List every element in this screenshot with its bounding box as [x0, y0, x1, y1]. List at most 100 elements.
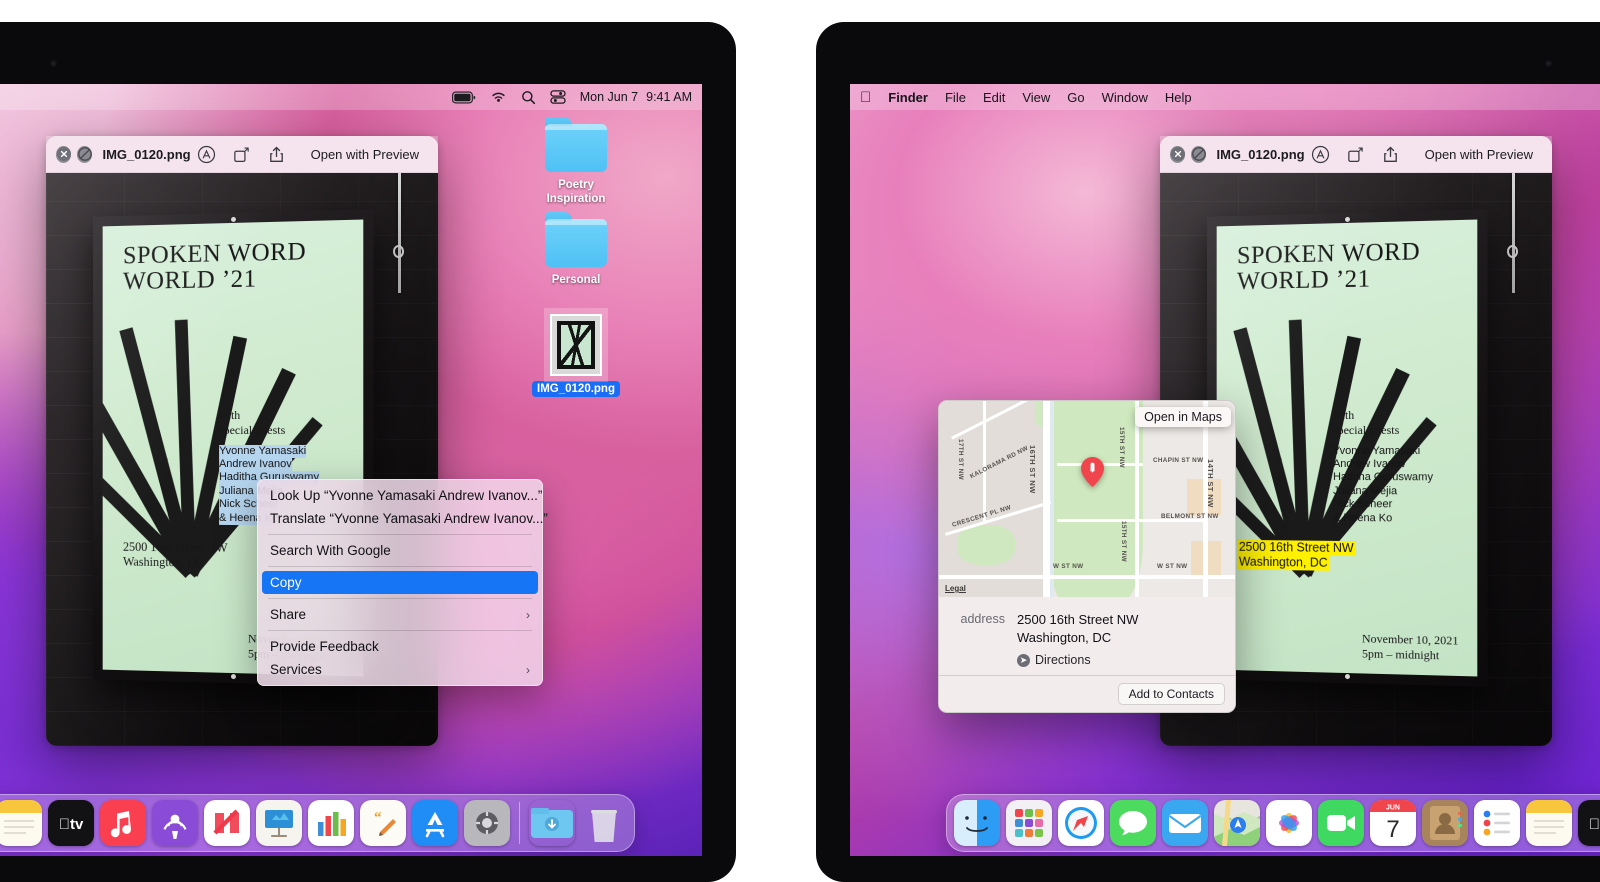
menu-window[interactable]: Window [1102, 90, 1148, 105]
right-display:  Finder File Edit View Go Window Help [816, 22, 1600, 882]
live-text-context-menu[interactable]: Look Up “Yvonne Yamasaki Andrew Ivanov..… [257, 479, 548, 686]
numbers-icon[interactable] [308, 800, 354, 846]
calendar-icon[interactable]: JUN 7 [1370, 800, 1416, 846]
menu-item-search-with-google[interactable]: Search With Google [258, 539, 542, 562]
directions-link[interactable]: ➤ Directions [1017, 653, 1138, 667]
close-icon[interactable] [1170, 145, 1186, 163]
menu-separator [268, 566, 532, 567]
close-icon[interactable] [56, 145, 72, 163]
reminders-icon[interactable] [1474, 800, 1520, 846]
right-menubar:  Finder File Edit View Go Window Help [850, 84, 1600, 110]
map-legal-link[interactable]: Legal [945, 584, 966, 593]
desktop-icon-label: Personal [551, 274, 601, 286]
left-menubar-status: Mon Jun 7 9:41 AM [451, 90, 692, 105]
menu-item-provide-feedback[interactable]: Provide Feedback [258, 635, 542, 658]
street-label: CHAPIN ST NW [1153, 457, 1204, 464]
share-icon[interactable] [267, 145, 286, 164]
app-store-icon[interactable] [412, 800, 458, 846]
open-in-maps-button[interactable]: Open in Maps [1135, 407, 1231, 427]
poster-address-line1: 2500 16th Street NW [122, 539, 228, 556]
desktop-icon-img0120[interactable]: IMG_0120.png [528, 314, 624, 398]
apple-tv-icon[interactable]: tv [48, 800, 94, 846]
music-icon[interactable] [100, 800, 146, 846]
system-preferences-icon[interactable] [464, 800, 510, 846]
open-with-preview-button[interactable]: Open with Preview [1416, 144, 1542, 165]
desktop-icon-label: Poetry Inspiration [546, 179, 606, 206]
desktop-icon-personal[interactable]: Personal [528, 212, 624, 288]
share-icon[interactable] [1381, 145, 1400, 164]
open-with-preview-button[interactable]: Open with Preview [302, 144, 428, 165]
battery-icon[interactable] [451, 91, 476, 104]
launchpad-icon[interactable] [1006, 800, 1052, 846]
calendar-month: JUN [1386, 805, 1400, 812]
desktop-icon-poetry-inspiration[interactable]: Poetry Inspiration [528, 117, 624, 208]
trash-icon[interactable] [581, 800, 627, 846]
poster-with-label: with special guests [219, 408, 286, 437]
menu-item-translate[interactable]: Translate “Yvonne Yamasaki Andrew Ivanov… [258, 507, 548, 530]
downloads-folder-icon[interactable] [529, 800, 575, 846]
poster-address-detected[interactable]: 2500 16th Street NW Washington, DC [1236, 539, 1459, 573]
menu-item-share[interactable]: Share › [258, 603, 542, 626]
poster-date: November 10, 2021 5pm – midnight [1362, 631, 1459, 662]
finder-icon[interactable] [954, 800, 1000, 846]
menu-file[interactable]: File [945, 90, 966, 105]
rotate-icon[interactable] [232, 145, 251, 164]
right-dock[interactable]: JUN 7 tv [946, 794, 1600, 852]
menu-item-copy[interactable]: Copy [262, 571, 538, 594]
image-file-icon [550, 314, 602, 376]
messages-icon[interactable] [1110, 800, 1156, 846]
cable-knot [1507, 245, 1518, 258]
address-data-detector-popover[interactable]: 17TH ST NW KALORAMA RD NW 16TH ST NW 15T… [938, 400, 1236, 714]
menu-finder[interactable]: Finder [888, 90, 928, 105]
add-to-contacts-button[interactable]: Add to Contacts [1117, 683, 1225, 706]
pages-icon[interactable]: “ [360, 800, 406, 846]
svg-text:tv: tv [59, 816, 84, 833]
podcasts-icon[interactable] [152, 800, 198, 846]
left-menubar-clock[interactable]: Mon Jun 7 9:41 AM [580, 90, 692, 104]
wifi-icon[interactable] [490, 90, 507, 104]
map-popover-footer: Add to Contacts [939, 675, 1235, 712]
menu-item-look-up[interactable]: Look Up “Yvonne Yamasaki Andrew Ivanov..… [258, 484, 542, 507]
poster-guest-list[interactable]: Yvonne Yamasaki Andrew Ivanov Haditha Gu… [1333, 445, 1459, 527]
contacts-icon[interactable] [1422, 800, 1468, 846]
notes-icon[interactable] [0, 800, 42, 846]
search-icon[interactable] [521, 90, 536, 105]
map-address-info: address 2500 16th Street NW Washington, … [939, 597, 1235, 675]
live-text-icon[interactable] [197, 145, 216, 164]
right-menubar-items:  Finder File Edit View Go Window Help [860, 90, 1192, 105]
menu-edit[interactable]: Edit [983, 90, 1005, 105]
street-label: 15TH ST NW [1120, 521, 1127, 562]
notes-icon[interactable] [1526, 800, 1572, 846]
folder-icon [545, 117, 607, 172]
markup-icon[interactable] [77, 145, 93, 163]
left-dock[interactable]: tv “ [0, 794, 635, 852]
control-center-icon[interactable] [550, 90, 566, 104]
mail-icon[interactable] [1162, 800, 1208, 846]
guest-name: Juliana Mejia [1333, 484, 1398, 498]
folder-icon [545, 212, 607, 267]
left-display: Mon Jun 7 9:41 AM Poetry Inspiration Per… [0, 22, 736, 882]
facetime-icon[interactable] [1318, 800, 1364, 846]
photos-icon[interactable] [1266, 800, 1312, 846]
guest-name: Yvonne Yamasaki [1333, 444, 1421, 457]
menu-help[interactable]: Help [1165, 90, 1192, 105]
menu-item-services[interactable]: Services › [258, 658, 542, 681]
map-preview[interactable]: 17TH ST NW KALORAMA RD NW 16TH ST NW 15T… [939, 401, 1235, 597]
maps-icon[interactable] [1214, 800, 1260, 846]
markup-icon[interactable] [1191, 145, 1207, 163]
dual-display-scene: Mon Jun 7 9:41 AM Poetry Inspiration Per… [0, 0, 1600, 882]
menu-go[interactable]: Go [1067, 90, 1084, 105]
poster-title-line1: SPOKEN WORD [1236, 238, 1421, 270]
apple-logo-icon[interactable]:  [860, 90, 871, 105]
apple-tv-icon[interactable]: tv [1578, 800, 1600, 846]
chevron-right-icon: › [526, 607, 530, 622]
right-quicklook-toolbar: IMG_0120.png Open with Preview [1160, 136, 1552, 173]
live-text-icon[interactable] [1311, 145, 1330, 164]
menu-view[interactable]: View [1022, 90, 1050, 105]
map-pin-icon [1081, 457, 1104, 487]
news-icon[interactable] [204, 800, 250, 846]
safari-icon[interactable] [1058, 800, 1104, 846]
keynote-icon[interactable] [256, 800, 302, 846]
rotate-icon[interactable] [1346, 145, 1365, 164]
framed-poster: SPOKEN WORD WORLD ’21 with special guest… [1207, 209, 1488, 687]
